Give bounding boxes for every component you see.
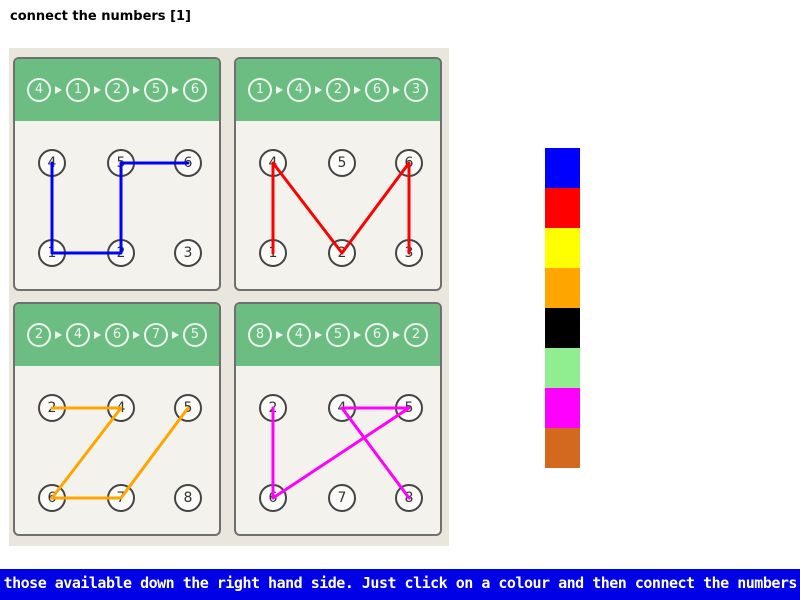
number-dot-6[interactable]: 6 xyxy=(174,149,202,177)
sequence-arrow-icon xyxy=(393,86,400,94)
color-palette xyxy=(545,148,580,468)
sequence-arrow-icon xyxy=(94,86,101,94)
color-swatch-magenta[interactable] xyxy=(545,388,580,428)
number-dot-6[interactable]: 6 xyxy=(395,149,423,177)
puzzle-board: 41256456123 14263456123 24675245678 8456… xyxy=(9,48,449,546)
color-swatch-red[interactable] xyxy=(545,188,580,228)
color-swatch-yellow[interactable] xyxy=(545,228,580,268)
color-swatch-black[interactable] xyxy=(545,308,580,348)
sequence-number: 3 xyxy=(404,78,428,102)
number-dot-3[interactable]: 3 xyxy=(174,239,202,267)
puzzle-panel-2[interactable]: 14263456123 xyxy=(234,57,442,291)
sequence-arrow-icon xyxy=(276,331,283,339)
sequence-number: 2 xyxy=(404,323,428,347)
number-dot-8[interactable]: 8 xyxy=(174,484,202,512)
sequence-header: 84562 xyxy=(236,304,440,366)
number-dot-7[interactable]: 7 xyxy=(107,484,135,512)
number-dot-6[interactable]: 6 xyxy=(259,484,287,512)
sequence-header: 41256 xyxy=(15,59,219,121)
sequence-arrow-icon xyxy=(172,86,179,94)
sequence-arrow-icon xyxy=(94,331,101,339)
number-dot-1[interactable]: 1 xyxy=(38,239,66,267)
sequence-arrow-icon xyxy=(315,331,322,339)
number-dot-8[interactable]: 8 xyxy=(395,484,423,512)
color-swatch-orange[interactable] xyxy=(545,268,580,308)
sequence-header: 14263 xyxy=(236,59,440,121)
sequence-arrow-icon xyxy=(315,86,322,94)
sequence-number: 2 xyxy=(105,78,129,102)
sequence-arrow-icon xyxy=(393,331,400,339)
number-dot-5[interactable]: 5 xyxy=(174,394,202,422)
sequence-number: 1 xyxy=(248,78,272,102)
sequence-number: 5 xyxy=(183,323,207,347)
number-dot-5[interactable]: 5 xyxy=(328,149,356,177)
sequence-number: 6 xyxy=(365,323,389,347)
sequence-arrow-icon xyxy=(55,331,62,339)
sequence-number: 4 xyxy=(287,78,311,102)
sequence-header: 24675 xyxy=(15,304,219,366)
number-dot-7[interactable]: 7 xyxy=(328,484,356,512)
sequence-number: 7 xyxy=(144,323,168,347)
number-dot-4[interactable]: 4 xyxy=(38,149,66,177)
number-dot-1[interactable]: 1 xyxy=(259,239,287,267)
number-dot-2[interactable]: 2 xyxy=(107,239,135,267)
sequence-arrow-icon xyxy=(354,331,361,339)
sequence-number: 4 xyxy=(287,323,311,347)
number-dot-2[interactable]: 2 xyxy=(38,394,66,422)
sequence-number: 1 xyxy=(66,78,90,102)
number-dot-4[interactable]: 4 xyxy=(328,394,356,422)
instruction-text: om those available down the right hand s… xyxy=(0,574,800,592)
sequence-number: 2 xyxy=(326,78,350,102)
number-dot-4[interactable]: 4 xyxy=(259,149,287,177)
sequence-number: 8 xyxy=(248,323,272,347)
number-dot-5[interactable]: 5 xyxy=(395,394,423,422)
instruction-bar: om those available down the right hand s… xyxy=(0,569,800,600)
color-swatch-blue[interactable] xyxy=(545,148,580,188)
puzzle-panel-1[interactable]: 41256456123 xyxy=(13,57,221,291)
sequence-arrow-icon xyxy=(276,86,283,94)
sequence-number: 5 xyxy=(326,323,350,347)
sequence-arrow-icon xyxy=(133,86,140,94)
number-dot-2[interactable]: 2 xyxy=(328,239,356,267)
sequence-number: 2 xyxy=(27,323,51,347)
number-dot-6[interactable]: 6 xyxy=(38,484,66,512)
color-swatch-brown[interactable] xyxy=(545,428,580,468)
sequence-number: 5 xyxy=(144,78,168,102)
sequence-arrow-icon xyxy=(133,331,140,339)
page-title: connect the numbers [1] xyxy=(10,9,192,24)
number-dot-5[interactable]: 5 xyxy=(107,149,135,177)
sequence-number: 4 xyxy=(27,78,51,102)
number-dot-4[interactable]: 4 xyxy=(107,394,135,422)
color-swatch-light-green[interactable] xyxy=(545,348,580,388)
number-dot-2[interactable]: 2 xyxy=(259,394,287,422)
sequence-number: 6 xyxy=(183,78,207,102)
sequence-arrow-icon xyxy=(354,86,361,94)
puzzle-panel-4[interactable]: 84562245678 xyxy=(234,302,442,536)
sequence-arrow-icon xyxy=(55,86,62,94)
number-dot-3[interactable]: 3 xyxy=(395,239,423,267)
sequence-number: 6 xyxy=(105,323,129,347)
sequence-number: 6 xyxy=(365,78,389,102)
sequence-arrow-icon xyxy=(172,331,179,339)
sequence-number: 4 xyxy=(66,323,90,347)
puzzle-panel-3[interactable]: 24675245678 xyxy=(13,302,221,536)
